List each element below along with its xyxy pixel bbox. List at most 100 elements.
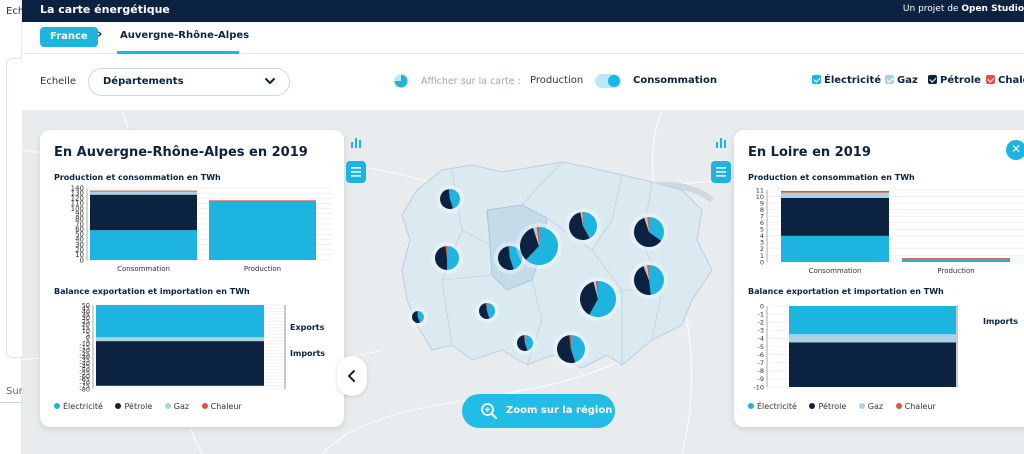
legend-label: Pétrole [124, 402, 153, 411]
bar-segment-chaleur[interactable] [781, 190, 889, 193]
background-page-edge: Ech Sur [0, 0, 26, 454]
pie-icon [394, 74, 408, 88]
legend-dot-icon [858, 403, 865, 409]
legend-dot-icon [115, 403, 122, 409]
table-icon [716, 167, 726, 177]
scale-select[interactable]: Départements [88, 68, 290, 96]
filter-label: Pétrole [940, 75, 981, 86]
collapse-panel-button[interactable] [337, 356, 367, 396]
scale-select-value: Départements [103, 76, 184, 87]
map-pie-marker[interactable] [408, 307, 428, 327]
map-pie-marker[interactable] [431, 242, 463, 274]
chevron-left-icon [348, 370, 355, 382]
exports-label: Exports [290, 323, 325, 332]
bar-segment-petrole[interactable] [781, 197, 889, 236]
breadcrumb: France › Auvergne-Rhône-Alpes [22, 22, 1024, 54]
y-tick-label: -4 [758, 335, 764, 343]
y-tick-label: 0 [760, 302, 764, 310]
y-tick-label: -5 [758, 343, 764, 351]
filter-chaleur[interactable]: Chaleur [986, 75, 1024, 86]
legend-item-gaz: Gaz [858, 402, 883, 411]
dept-imports-label: Imports [983, 317, 1018, 326]
zoom-icon [481, 403, 497, 419]
table-icon [351, 167, 361, 177]
map-pie-marker[interactable] [576, 277, 620, 321]
dept-chart-legend: Électricité Pétrole Gaz Chaleur [748, 402, 946, 411]
bar-segment-electricite[interactable] [209, 200, 316, 260]
zoom-region-button[interactable]: Zoom sur la région [462, 394, 615, 428]
production-consumption-toggle[interactable] [595, 74, 621, 88]
legend-dot-icon [895, 403, 902, 409]
filter-electricite[interactable]: Électricité [812, 75, 881, 86]
map-pie-marker[interactable] [630, 261, 668, 299]
bar-segment-gaz[interactable] [96, 337, 264, 342]
category-label: Consommation [809, 267, 862, 275]
map-pie-marker[interactable] [630, 213, 668, 251]
legend-label: Chaleur [904, 402, 936, 411]
dept-prodcons-chart-title: Production et consommation en TWh [748, 173, 915, 182]
category-label: Production [244, 265, 281, 273]
bar-segment-electricite[interactable] [96, 305, 264, 338]
table-view-button[interactable] [346, 161, 366, 183]
chevron-right-icon: › [97, 27, 103, 42]
department-panel-title: En Loire en 2019 [748, 145, 871, 160]
y-tick-label: 140 [71, 184, 84, 192]
background-divider [0, 402, 22, 403]
bar-segment-gaz[interactable] [781, 192, 889, 198]
bar-chart-icon[interactable] [346, 133, 366, 151]
filter-petrole[interactable]: Pétrole [928, 75, 981, 86]
bar-segment-chaleur[interactable] [209, 200, 316, 202]
department-panel: En Loire en 2019 Production et consommat… [734, 130, 1024, 427]
balance-chart-title: Balance exportation et importation en TW… [54, 287, 250, 296]
filter-gaz[interactable]: Gaz [885, 75, 918, 86]
legend-dot-icon [201, 403, 208, 409]
bar-segment-gaz[interactable] [789, 334, 956, 343]
map-pie-marker[interactable] [553, 331, 589, 367]
y-tick-label: -8 [758, 367, 764, 375]
legend-item-electricite: Électricité [748, 402, 797, 411]
region-panel: En Auvergne-Rhône-Alpes en 2019 Producti… [40, 130, 344, 427]
breadcrumb-region[interactable]: Auvergne-Rhône-Alpes [120, 30, 249, 41]
close-panel-button[interactable]: ✕ [1006, 140, 1024, 160]
legend-item-chaleur: Chaleur [201, 402, 242, 411]
y-tick-label: -7 [758, 359, 764, 367]
imports-label: Imports [290, 349, 325, 358]
project-prefix: Un projet de [902, 4, 959, 14]
chart-legend: Électricité Pétrole Gaz Chaleur [54, 402, 252, 411]
bar-segment-gaz[interactable] [90, 191, 197, 195]
map-pie-marker[interactable] [516, 223, 562, 269]
breadcrumb-france[interactable]: France [40, 27, 98, 47]
bar-segment-petrole[interactable] [96, 341, 264, 386]
bar-segment-electricite[interactable] [90, 230, 197, 260]
toggle-knob [608, 75, 620, 87]
y-tick-label: -9 [758, 375, 764, 383]
project-org-link[interactable]: Open Studio [961, 4, 1024, 14]
production-option[interactable]: Production [530, 75, 583, 86]
legend-item-electricite: Électricité [54, 402, 103, 411]
y-tick-label: 11 [756, 186, 764, 194]
bar-segment-petrole[interactable] [789, 342, 956, 387]
bar-segment-electricite[interactable] [781, 235, 889, 262]
map-pie-marker[interactable] [475, 299, 499, 323]
bar-chart-icon[interactable] [711, 133, 731, 151]
map-pie-marker[interactable] [513, 331, 537, 355]
bar-segment-chaleur[interactable] [90, 190, 197, 192]
app-title[interactable]: La carte énergétique [40, 3, 170, 16]
dept-table-view-button[interactable] [711, 161, 731, 183]
legend-item-petrole: Pétrole [809, 402, 846, 411]
y-tick-label: -3 [758, 327, 764, 335]
filter-label: Gaz [897, 75, 918, 86]
checkbox-icon [812, 75, 821, 84]
y-tick-label: -2 [758, 319, 764, 327]
y-tick-label: -1 [758, 310, 764, 318]
bar-segment-petrole[interactable] [90, 194, 197, 231]
bar-segment-electricite[interactable] [902, 258, 1010, 262]
consumption-option[interactable]: Consommation [633, 75, 717, 86]
project-credit: Un projet de Open Studio [903, 4, 1024, 14]
bar-segment-electricite[interactable] [789, 306, 956, 335]
bar-segment-chaleur[interactable] [902, 258, 1010, 259]
map-pie-marker[interactable] [436, 185, 464, 213]
legend-label: Électricité [63, 402, 103, 411]
map-pie-marker[interactable] [565, 208, 601, 244]
app-header: La carte énergétique Un projet de Open S… [22, 0, 1024, 22]
